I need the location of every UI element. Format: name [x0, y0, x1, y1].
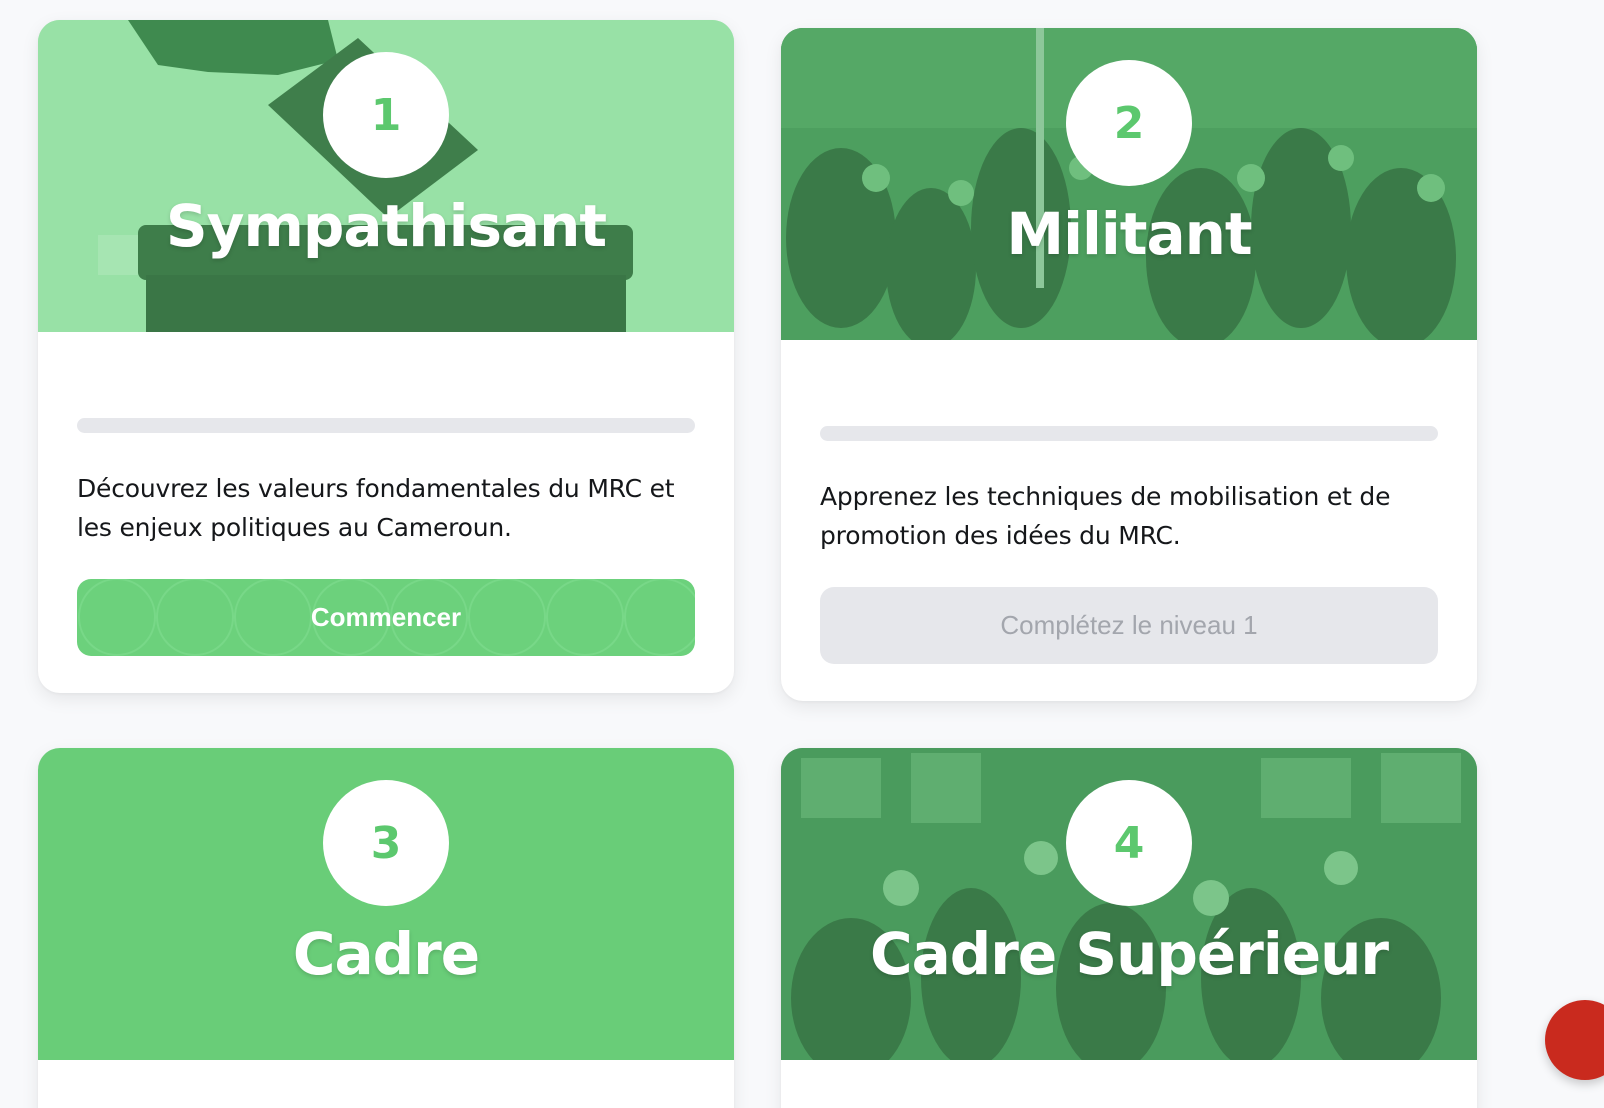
level-number: 1 [370, 89, 402, 141]
level-3-hero: 3 Cadre [38, 748, 734, 1060]
level-title: Cadre [292, 920, 480, 988]
level-description: Découvrez les valeurs fondamentales du M… [77, 474, 675, 542]
progress-bar [77, 418, 695, 433]
level-title: Sympathisant [165, 192, 607, 260]
level-number: 4 [1113, 817, 1145, 869]
level-card-4: 4 Cadre Supérieur [781, 748, 1477, 1108]
level-title: Militant [1006, 200, 1252, 268]
level-4-hero: 4 Cadre Supérieur [781, 748, 1477, 1060]
level-title: Cadre Supérieur [870, 920, 1389, 988]
level-number-badge: 3 [323, 780, 449, 906]
level-card-3: 3 Cadre [38, 748, 734, 1108]
level-number-badge: 4 [1066, 780, 1192, 906]
level-number: 3 [370, 817, 402, 869]
level-number-badge: 2 [1066, 60, 1192, 186]
level-2-hero: 2 Militant [781, 28, 1477, 340]
level-number-badge: 1 [323, 52, 449, 178]
level-number: 2 [1113, 97, 1145, 149]
level-description: Apprenez les techniques de mobilisation … [820, 482, 1391, 550]
level-1-hero: 1 Sympathisant [38, 20, 734, 332]
level-card-2: 2 Militant Apprenez les techniques de mo… [781, 28, 1477, 701]
start-button-label: Commencer [310, 602, 462, 632]
floating-action-button[interactable] [1545, 1000, 1604, 1080]
locked-level-button[interactable]: Complétez le niveau 1 [820, 587, 1438, 664]
level-card-1: 1 Sympathisant Découvrez les valeurs fon… [38, 20, 734, 693]
start-button[interactable]: Commencer [77, 579, 695, 656]
progress-bar [820, 426, 1438, 441]
